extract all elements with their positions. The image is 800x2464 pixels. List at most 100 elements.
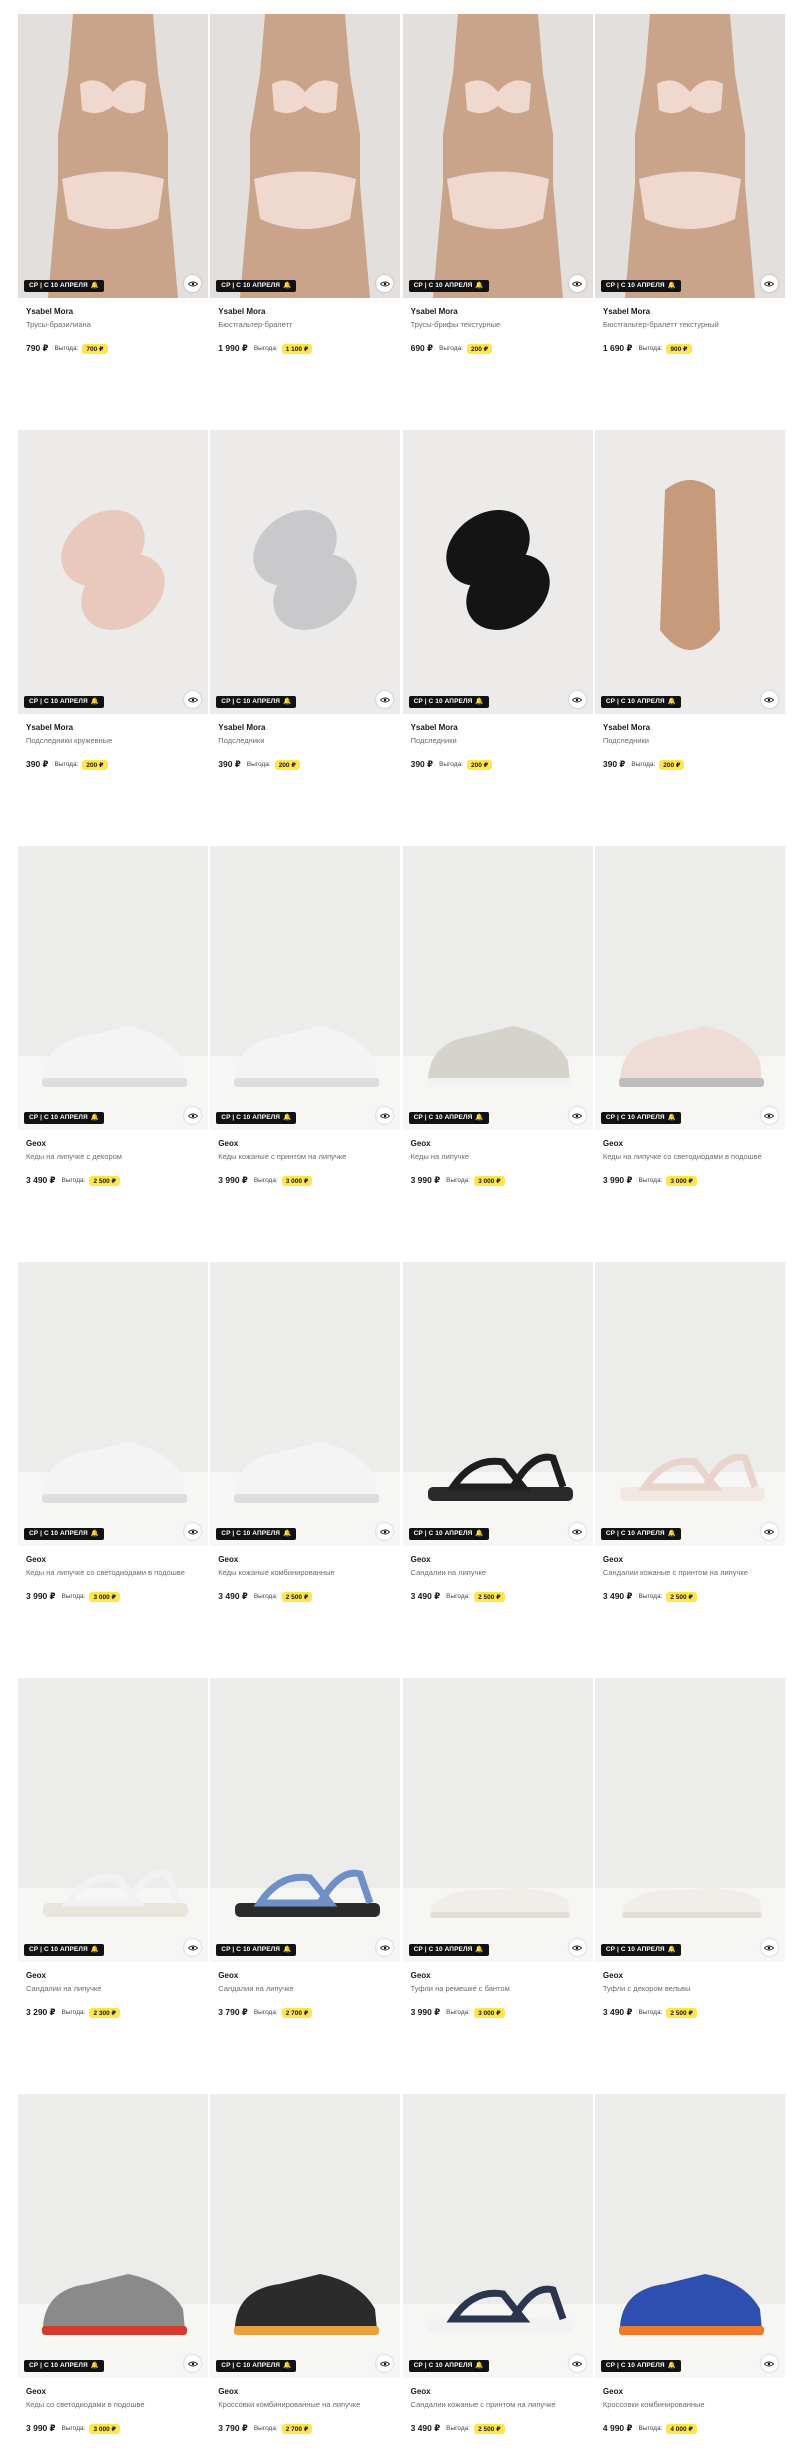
product-card[interactable]: СР | С 10 АПРЕЛЯ 🔔 Geox Кеды кожаные с пр…	[210, 846, 401, 1216]
product-card[interactable]: СР | С 10 АПРЕЛЯ 🔔 Ysabel Mora Бюстгальте…	[594, 14, 785, 384]
product-image[interactable]: СР | С 10 АПРЕЛЯ 🔔	[594, 1262, 785, 1546]
product-image[interactable]: СР | С 10 АПРЕЛЯ 🔔	[210, 1678, 401, 1962]
product-brand[interactable]: Ysabel Mora	[26, 722, 200, 733]
product-image[interactable]: СР | С 10 АПРЕЛЯ 🔔	[594, 14, 785, 298]
quick-view-icon[interactable]	[568, 1107, 586, 1124]
product-title[interactable]: Трусы-брифы текстурные	[411, 319, 585, 330]
product-image[interactable]: СР | С 10 АПРЕЛЯ 🔔	[18, 430, 208, 714]
product-image[interactable]: СР | С 10 АПРЕЛЯ 🔔	[210, 1262, 401, 1546]
product-title[interactable]: Бюстгальтер-бралетт текстурный	[603, 319, 777, 330]
product-image[interactable]: СР | С 10 АПРЕЛЯ 🔔	[402, 846, 593, 1130]
product-image[interactable]: СР | С 10 АПРЕЛЯ 🔔	[210, 430, 401, 714]
product-card[interactable]: СР | С 10 АПРЕЛЯ 🔔 Geox Кеды со светодиод…	[18, 2094, 208, 2464]
product-image[interactable]: СР | С 10 АПРЕЛЯ 🔔	[18, 14, 208, 298]
product-title[interactable]: Кеды на липучке со светодиодами в подошв…	[603, 1151, 777, 1162]
product-brand[interactable]: Geox	[26, 1970, 200, 1981]
product-title[interactable]: Кроссовки комбинированные на липучке	[218, 2399, 392, 2410]
quick-view-icon[interactable]	[568, 1523, 586, 1540]
product-card[interactable]: СР | С 10 АПРЕЛЯ 🔔 Geox Туфли с декором в…	[594, 1678, 785, 2048]
product-brand[interactable]: Geox	[26, 2386, 200, 2397]
product-title[interactable]: Сандалии кожаные с принтом на липучке	[411, 2399, 585, 2410]
product-card[interactable]: СР | С 10 АПРЕЛЯ 🔔 Geox Кеды на липучке 3…	[402, 846, 593, 1216]
product-card[interactable]: СР | С 10 АПРЕЛЯ 🔔 Geox Сандалии на липуч…	[402, 1262, 593, 1632]
quick-view-icon[interactable]	[760, 691, 778, 708]
product-image[interactable]: СР | С 10 АПРЕЛЯ 🔔	[210, 2094, 401, 2378]
product-title[interactable]: Сандалии на липучке	[411, 1567, 585, 1578]
product-title[interactable]: Сандалии кожаные с принтом на липучке	[603, 1567, 777, 1578]
product-title[interactable]: Сандалии на липучке	[26, 1983, 200, 1994]
product-brand[interactable]: Ysabel Mora	[218, 722, 392, 733]
quick-view-icon[interactable]	[184, 1107, 201, 1124]
quick-view-icon[interactable]	[568, 2355, 586, 2372]
product-card[interactable]: СР | С 10 АПРЕЛЯ 🔔 Ysabel Mora Бюстгальте…	[210, 14, 401, 384]
product-brand[interactable]: Geox	[411, 2386, 585, 2397]
product-brand[interactable]: Geox	[603, 1138, 777, 1149]
quick-view-icon[interactable]	[760, 275, 778, 292]
product-image[interactable]: СР | С 10 АПРЕЛЯ 🔔	[402, 430, 593, 714]
product-card[interactable]: СР | С 10 АПРЕЛЯ 🔔 Ysabel Mora Подследник…	[210, 430, 401, 800]
product-image[interactable]: СР | С 10 АПРЕЛЯ 🔔	[594, 430, 785, 714]
product-title[interactable]: Кеды на липучке	[411, 1151, 585, 1162]
product-image[interactable]: СР | С 10 АПРЕЛЯ 🔔	[210, 14, 401, 298]
product-image[interactable]: СР | С 10 АПРЕЛЯ 🔔	[594, 1678, 785, 1962]
product-image[interactable]: СР | С 10 АПРЕЛЯ 🔔	[18, 2094, 208, 2378]
quick-view-icon[interactable]	[184, 275, 201, 292]
product-card[interactable]: СР | С 10 АПРЕЛЯ 🔔 Geox Кеды на липучке с…	[18, 846, 208, 1216]
product-title[interactable]: Кеды со светодиодами в подошве	[26, 2399, 200, 2410]
product-title[interactable]: Подследники	[603, 735, 777, 746]
product-card[interactable]: СР | С 10 АПРЕЛЯ 🔔 Geox Сандалии кожаные …	[402, 2094, 593, 2464]
product-brand[interactable]: Geox	[218, 1138, 392, 1149]
product-title[interactable]: Кеды кожаные комбинированные	[218, 1567, 392, 1578]
product-brand[interactable]: Geox	[411, 1138, 585, 1149]
product-title[interactable]: Кеды на липучке с декором	[26, 1151, 200, 1162]
quick-view-icon[interactable]	[568, 691, 586, 708]
product-card[interactable]: СР | С 10 АПРЕЛЯ 🔔 Geox Кроссовки комбини…	[210, 2094, 401, 2464]
product-card[interactable]: СР | С 10 АПРЕЛЯ 🔔 Geox Кеды на липучке с…	[594, 846, 785, 1216]
product-brand[interactable]: Geox	[603, 1554, 777, 1565]
product-image[interactable]: СР | С 10 АПРЕЛЯ 🔔	[594, 846, 785, 1130]
product-title[interactable]: Трусы-бразилиана	[26, 319, 200, 330]
quick-view-icon[interactable]	[760, 1939, 778, 1956]
product-image[interactable]: СР | С 10 АПРЕЛЯ 🔔	[402, 2094, 593, 2378]
product-image[interactable]: СР | С 10 АПРЕЛЯ 🔔	[402, 1678, 593, 1962]
product-image[interactable]: СР | С 10 АПРЕЛЯ 🔔	[402, 14, 593, 298]
quick-view-icon[interactable]	[184, 691, 201, 708]
product-title[interactable]: Подследники кружевные	[26, 735, 200, 746]
product-title[interactable]: Бюстгальтер-бралетт	[218, 319, 392, 330]
product-brand[interactable]: Geox	[218, 1554, 392, 1565]
product-card[interactable]: СР | С 10 АПРЕЛЯ 🔔 Geox Сандалии на липуч…	[210, 1678, 401, 2048]
product-brand[interactable]: Ysabel Mora	[218, 306, 392, 317]
quick-view-icon[interactable]	[760, 2355, 778, 2372]
product-card[interactable]: СР | С 10 АПРЕЛЯ 🔔 Geox Сандалии кожаные …	[594, 1262, 785, 1632]
product-card[interactable]: СР | С 10 АПРЕЛЯ 🔔 Ysabel Mora Подследник…	[18, 430, 208, 800]
product-title[interactable]: Кроссовки комбинированные	[603, 2399, 777, 2410]
product-title[interactable]: Туфли с декором вельвы	[603, 1983, 777, 1994]
product-brand[interactable]: Geox	[411, 1970, 585, 1981]
quick-view-icon[interactable]	[760, 1523, 778, 1540]
product-title[interactable]: Сандалии на липучке	[218, 1983, 392, 1994]
product-brand[interactable]: Geox	[26, 1138, 200, 1149]
product-brand[interactable]: Geox	[218, 2386, 392, 2397]
quick-view-icon[interactable]	[568, 1939, 586, 1956]
product-brand[interactable]: Ysabel Mora	[26, 306, 200, 317]
product-image[interactable]: СР | С 10 АПРЕЛЯ 🔔	[210, 846, 401, 1130]
product-title[interactable]: Туфли на ремешке с бантом	[411, 1983, 585, 1994]
quick-view-icon[interactable]	[184, 1523, 201, 1540]
product-card[interactable]: СР | С 10 АПРЕЛЯ 🔔 Geox Кеды на липучке с…	[18, 1262, 208, 1632]
quick-view-icon[interactable]	[760, 1107, 778, 1124]
product-brand[interactable]: Geox	[603, 1970, 777, 1981]
product-brand[interactable]: Geox	[603, 2386, 777, 2397]
product-title[interactable]: Кеды кожаные с принтом на липучке	[218, 1151, 392, 1162]
product-card[interactable]: СР | С 10 АПРЕЛЯ 🔔 Ysabel Mora Подследник…	[402, 430, 593, 800]
product-card[interactable]: СР | С 10 АПРЕЛЯ 🔔 Geox Сандалии на липуч…	[18, 1678, 208, 2048]
product-card[interactable]: СР | С 10 АПРЕЛЯ 🔔 Geox Кроссовки комбини…	[594, 2094, 785, 2464]
product-brand[interactable]: Ysabel Mora	[411, 306, 585, 317]
product-brand[interactable]: Ysabel Mora	[411, 722, 585, 733]
product-brand[interactable]: Ysabel Mora	[603, 722, 777, 733]
product-brand[interactable]: Geox	[26, 1554, 200, 1565]
product-title[interactable]: Подследники	[411, 735, 585, 746]
product-brand[interactable]: Geox	[218, 1970, 392, 1981]
quick-view-icon[interactable]	[184, 2355, 201, 2372]
product-card[interactable]: СР | С 10 АПРЕЛЯ 🔔 Geox Кеды кожаные комб…	[210, 1262, 401, 1632]
product-card[interactable]: СР | С 10 АПРЕЛЯ 🔔 Geox Туфли на ремешке …	[402, 1678, 593, 2048]
